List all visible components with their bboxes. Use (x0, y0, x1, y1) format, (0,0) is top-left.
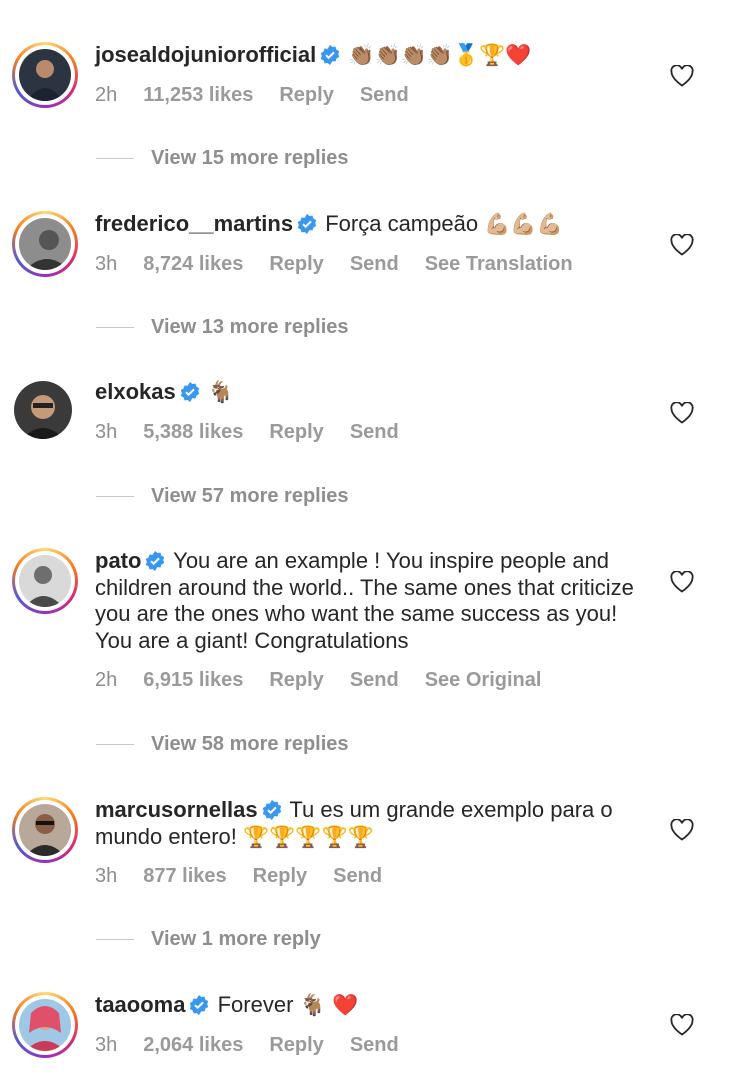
reply-button[interactable]: Reply (269, 253, 323, 275)
heart-outline-icon[interactable] (670, 234, 694, 256)
reply-button[interactable]: Reply (279, 84, 333, 106)
avatar[interactable] (12, 211, 78, 277)
likes-count[interactable]: 877 likes (143, 865, 226, 887)
comment-emojis: 👏🏽👏🏽👏🏽👏🏽🥇🏆❤️ (348, 43, 532, 67)
likes-count[interactable]: 5,388 likes (143, 421, 243, 443)
avatar[interactable] (12, 548, 78, 614)
view-replies-button[interactable]: View 58 more replies (96, 733, 349, 756)
username[interactable]: elxokas (95, 379, 176, 404)
see-original-button[interactable]: See Original (425, 669, 542, 691)
verified-badge-icon (297, 214, 317, 234)
reply-button[interactable]: Reply (253, 865, 307, 887)
comment-meta: 2h 6,915 likes Reply Send See Original (95, 669, 567, 692)
verified-badge-icon (321, 45, 340, 65)
comment-time: 3h (95, 421, 118, 443)
comment-body: Forever (217, 992, 294, 1017)
verified-badge-icon (190, 995, 209, 1015)
comment-body: Força campeão (325, 211, 479, 236)
username[interactable]: josealdojuniorofficial (95, 42, 316, 67)
heart-outline-icon[interactable] (670, 65, 694, 87)
comment-meta: 2h 11,253 likes Reply Send (95, 84, 435, 107)
username[interactable]: taaooma (95, 992, 185, 1017)
comment-text: pato You are an example ! You inspire pe… (95, 548, 655, 654)
comment-meta: 3h 2,064 likes Reply Send (95, 1034, 425, 1057)
comment-text: elxokas 🐐 (95, 379, 655, 406)
username[interactable]: marcusornellas (95, 797, 258, 822)
comment-emojis: 🐐 ❤️ (299, 993, 359, 1017)
comment-meta: 3h 8,724 likes Reply Send See Translation (95, 253, 599, 276)
likes-count[interactable]: 6,915 likes (143, 669, 243, 691)
likes-count[interactable]: 8,724 likes (143, 253, 243, 275)
comment-emojis: 🐐 (207, 380, 235, 404)
view-replies-button[interactable]: View 15 more replies (96, 147, 349, 170)
comment-text: josealdojuniorofficial 👏🏽👏🏽👏🏽👏🏽🥇🏆❤️ (95, 42, 655, 69)
reply-button[interactable]: Reply (269, 421, 323, 443)
likes-count[interactable]: 11,253 likes (143, 84, 253, 106)
comment-text: marcusornellas Tu es um grande exemplo p… (95, 797, 655, 850)
view-replies-button[interactable]: View 1 more reply (96, 928, 321, 951)
verified-badge-icon (180, 382, 199, 402)
heart-outline-icon[interactable] (670, 1014, 694, 1036)
verified-badge-icon (146, 551, 165, 571)
send-button[interactable]: Send (360, 84, 409, 106)
comment-meta: 3h 5,388 likes Reply Send (95, 421, 425, 444)
view-replies-button[interactable]: View 57 more replies (96, 485, 349, 508)
send-button[interactable]: Send (350, 1034, 399, 1056)
view-replies-button[interactable]: View 13 more replies (96, 316, 349, 339)
send-button[interactable]: Send (350, 669, 399, 691)
comment-emojis: 🏆🏆🏆🏆🏆 (243, 824, 374, 849)
comment-time: 3h (95, 865, 118, 887)
comment-body: You are an example ! You inspire people … (95, 548, 634, 653)
comment-time: 3h (95, 253, 118, 275)
comment-emojis: 💪🏼💪🏼💪🏼 (484, 212, 563, 236)
comment-text: frederico__martins Força campeão 💪🏼💪🏼💪🏼 (95, 211, 655, 238)
heart-outline-icon[interactable] (670, 571, 694, 593)
heart-outline-icon[interactable] (670, 819, 694, 841)
comment-text: taaooma Forever 🐐 ❤️ (95, 992, 655, 1019)
comment-time: 2h (95, 669, 118, 691)
likes-count[interactable]: 2,064 likes (143, 1034, 243, 1056)
reply-button[interactable]: Reply (269, 669, 323, 691)
avatar[interactable] (12, 797, 78, 863)
avatar[interactable] (12, 379, 78, 445)
username[interactable]: frederico__martins (95, 211, 293, 236)
send-button[interactable]: Send (333, 865, 382, 887)
verified-badge-icon (262, 800, 281, 820)
heart-outline-icon[interactable] (670, 402, 694, 424)
send-button[interactable]: Send (350, 421, 399, 443)
comment-time: 3h (95, 1034, 118, 1056)
send-button[interactable]: Send (350, 253, 399, 275)
see-translation-button[interactable]: See Translation (425, 253, 573, 275)
username[interactable]: pato (95, 548, 141, 573)
comment-time: 2h (95, 84, 118, 106)
avatar[interactable] (12, 992, 78, 1058)
reply-button[interactable]: Reply (269, 1034, 323, 1056)
comment-meta: 3h 877 likes Reply Send (95, 865, 408, 888)
avatar[interactable] (12, 42, 78, 108)
